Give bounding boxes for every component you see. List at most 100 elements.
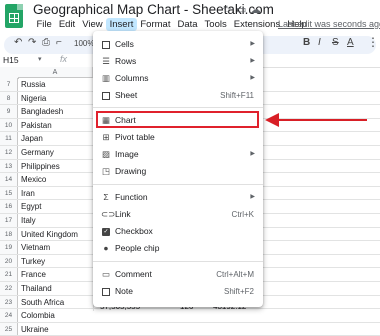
- row-number[interactable]: 15: [0, 186, 18, 200]
- strikethrough-button[interactable]: S: [332, 37, 339, 48]
- submenu-arrow-icon: ▶: [250, 41, 255, 47]
- menu-divider: [93, 184, 263, 185]
- country-cell[interactable]: Iran: [21, 187, 35, 200]
- undo-icon[interactable]: ↶: [14, 37, 22, 48]
- menu-edit[interactable]: Edit: [55, 18, 78, 31]
- country-cell[interactable]: Bangladesh: [21, 105, 63, 118]
- country-cell[interactable]: Italy: [21, 214, 36, 227]
- menu-item-function[interactable]: Σ Function ▶: [93, 189, 263, 206]
- row-number[interactable]: 11: [0, 132, 18, 145]
- submenu-arrow-icon: ▶: [250, 194, 255, 200]
- red-arrow-icon: [265, 113, 279, 127]
- menu-item-sheet[interactable]: Sheet Shift+F11: [93, 87, 263, 104]
- menu-item-image[interactable]: ▨ Image ▶: [93, 146, 263, 163]
- menu-item-cells[interactable]: Cells ▶: [93, 36, 263, 53]
- row-number[interactable]: 19: [0, 241, 18, 254]
- country-cell[interactable]: Pakistan: [21, 119, 52, 132]
- checkbox-icon: ✓: [102, 227, 110, 236]
- country-cell[interactable]: Thailand: [21, 282, 52, 295]
- menu-format[interactable]: Format: [137, 18, 174, 31]
- paint-format-icon[interactable]: ⌐: [56, 37, 62, 48]
- row-number[interactable]: 24: [0, 309, 18, 322]
- row-number[interactable]: 12: [0, 146, 18, 159]
- menu-item-checkbox[interactable]: ✓ Checkbox: [93, 223, 263, 240]
- star-icon[interactable]: ☆: [222, 3, 232, 16]
- last-edit-link[interactable]: Last edit was seconds ago: [278, 19, 380, 29]
- link-icon: ⊂⊃: [101, 209, 116, 219]
- country-cell[interactable]: Ukraine: [21, 323, 49, 336]
- menu-item-columns[interactable]: ▥ Columns ▶: [93, 70, 263, 87]
- redo-icon[interactable]: ↷: [28, 37, 36, 48]
- menu-data[interactable]: Data: [174, 18, 201, 31]
- row-number[interactable]: 13: [0, 159, 18, 173]
- sigma-icon: Σ: [103, 192, 109, 202]
- row-number[interactable]: 21: [0, 268, 18, 281]
- note-shortcut: Shift+F2: [223, 287, 254, 296]
- row-number[interactable]: 8: [0, 91, 18, 105]
- name-box[interactable]: H15: [3, 55, 19, 65]
- columns-icon: ▥: [101, 73, 111, 83]
- comment-icon: ▭: [101, 269, 111, 279]
- menu-item-note[interactable]: Note Shift+F2: [93, 283, 263, 300]
- table-row: 25 Ukraine: [0, 322, 380, 336]
- sheet-icon: [101, 87, 111, 104]
- menu-item-people-chip[interactable]: ● People chip: [93, 240, 263, 257]
- country-cell[interactable]: Turkey: [21, 255, 45, 268]
- row-number[interactable]: 9: [0, 105, 18, 118]
- menu-insert[interactable]: Insert: [106, 18, 137, 31]
- row-number[interactable]: 16: [0, 200, 18, 213]
- menu-file[interactable]: File: [33, 18, 55, 31]
- row-number[interactable]: 14: [0, 173, 18, 186]
- country-cell[interactable]: Nigeria: [21, 92, 46, 105]
- text-color-button[interactable]: A: [347, 37, 354, 48]
- menu-bar: File Edit View Insert Format Data Tools …: [33, 18, 310, 31]
- row-number[interactable]: 17: [0, 214, 18, 227]
- menu-item-pivot-table[interactable]: ⊞ Pivot table: [93, 129, 263, 146]
- menu-divider: [93, 107, 263, 108]
- move-folder-icon[interactable]: ▭: [236, 3, 246, 16]
- country-cell[interactable]: France: [21, 268, 46, 281]
- country-cell[interactable]: Germany: [21, 146, 54, 159]
- red-arrow-shaft: [277, 119, 367, 121]
- menu-item-comment[interactable]: ▭ Comment Ctrl+Alt+M: [93, 266, 263, 283]
- sheet-shortcut: Shift+F11: [220, 91, 254, 100]
- rows-icon: ☰: [102, 56, 110, 66]
- print-icon[interactable]: ⎙: [42, 37, 50, 48]
- comment-shortcut: Ctrl+Alt+M: [216, 270, 254, 279]
- menu-item-rows[interactable]: ☰ Rows ▶: [93, 53, 263, 70]
- row-number[interactable]: 10: [0, 118, 18, 132]
- column-header-a[interactable]: A: [18, 67, 93, 78]
- row-number[interactable]: 18: [0, 227, 18, 241]
- country-cell[interactable]: Colombia: [21, 309, 55, 322]
- bold-button[interactable]: B: [303, 37, 310, 48]
- country-cell[interactable]: Philippines: [21, 160, 60, 173]
- italic-button[interactable]: I: [318, 37, 321, 48]
- fx-icon: fx: [60, 54, 68, 64]
- sheets-logo-icon[interactable]: [5, 4, 23, 28]
- row-number[interactable]: 22: [0, 282, 18, 295]
- row-number[interactable]: 7: [0, 78, 18, 91]
- country-cell[interactable]: Vietnam: [21, 241, 50, 254]
- country-cell[interactable]: Mexico: [21, 173, 46, 186]
- row-number[interactable]: 20: [0, 254, 18, 268]
- zoom-select[interactable]: 100%: [74, 39, 94, 48]
- submenu-arrow-icon: ▶: [250, 151, 255, 157]
- country-cell[interactable]: United Kingdom: [21, 228, 78, 241]
- menu-tools[interactable]: Tools: [201, 18, 230, 31]
- person-icon: ●: [103, 243, 109, 253]
- row-number[interactable]: 25: [0, 322, 18, 336]
- chart-highlight-box: [96, 111, 259, 128]
- menu-item-drawing[interactable]: ◳ Drawing: [93, 163, 263, 180]
- country-cell[interactable]: Russia: [21, 78, 45, 91]
- name-box-dropdown-icon[interactable]: ▾: [38, 55, 42, 63]
- menu-extensions[interactable]: Extensions: [230, 18, 283, 31]
- cells-icon: [101, 36, 111, 53]
- country-cell[interactable]: Egypt: [21, 200, 41, 213]
- cloud-status-icon[interactable]: ☁: [250, 3, 261, 16]
- country-cell[interactable]: Japan: [21, 132, 43, 145]
- more-icon[interactable]: ⋮: [367, 35, 379, 49]
- image-icon: ▨: [101, 149, 111, 159]
- menu-item-link[interactable]: ⊂⊃ Link Ctrl+K: [93, 206, 263, 223]
- menu-view[interactable]: View: [79, 18, 106, 31]
- link-shortcut: Ctrl+K: [231, 210, 254, 219]
